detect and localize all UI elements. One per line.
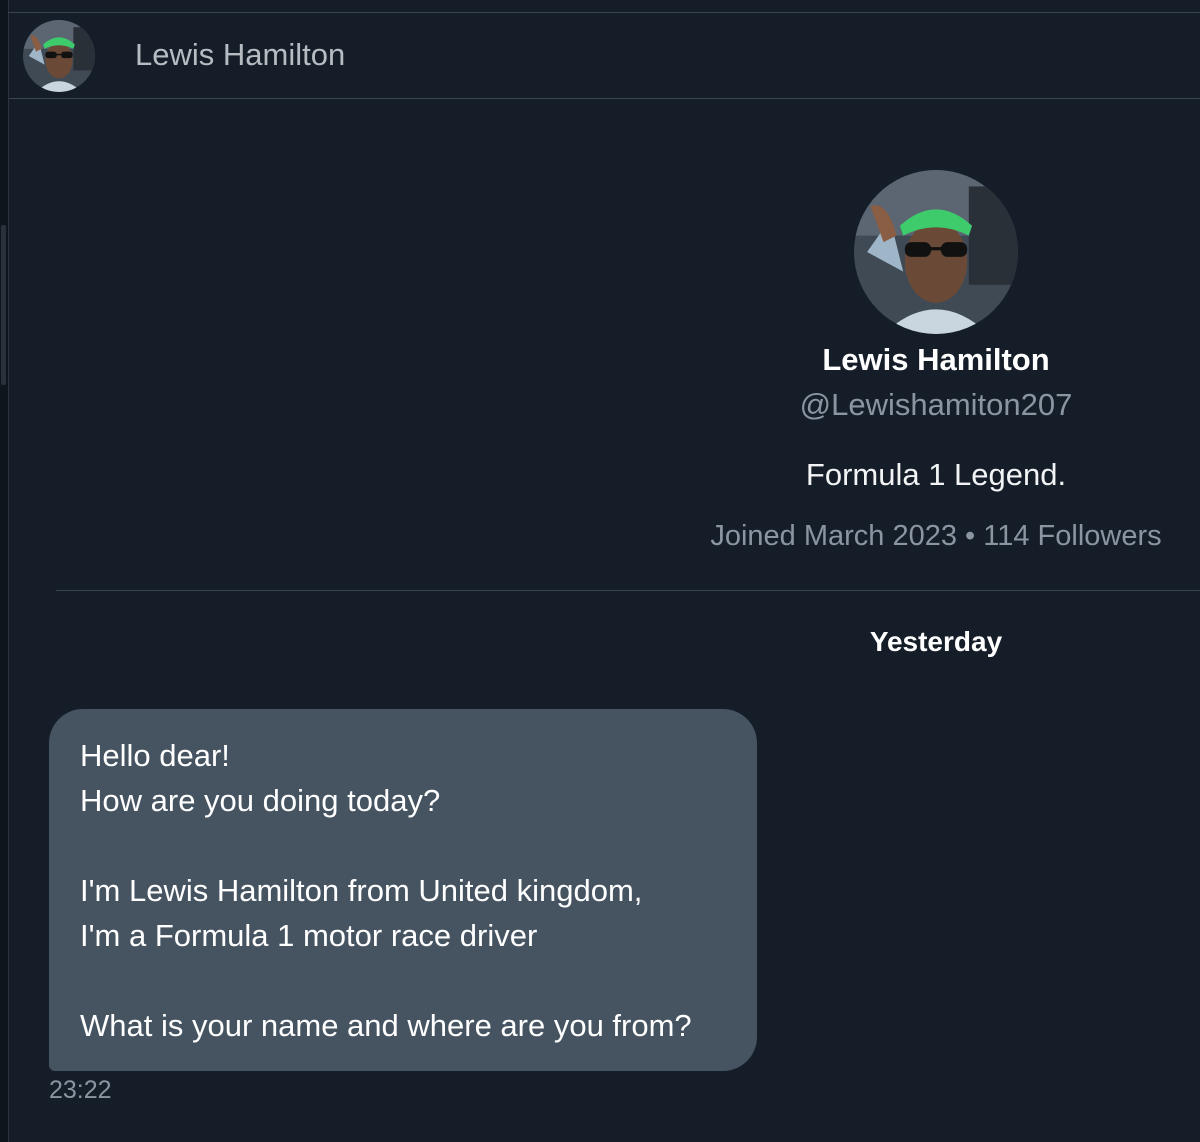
message-line: I'm a Formula 1 motor race driver <box>80 918 538 953</box>
date-separator: Yesterday <box>869 626 1003 657</box>
profile-handle[interactable]: @Lewishamiton207 <box>736 387 1136 423</box>
avatar-photo-icon <box>854 170 1018 334</box>
message-line: How are you doing today? <box>80 783 441 818</box>
header-contact-name[interactable]: Lewis Hamilton <box>135 37 345 73</box>
message-timestamp: 23:22 <box>49 1076 112 1104</box>
message-line: Hello dear! <box>80 738 230 773</box>
dm-conversation-window: Lewis Hamilton Lewis Hamilton @Lewishami… <box>0 0 1200 1142</box>
profile-name[interactable]: Lewis Hamilton <box>736 342 1136 378</box>
message-line: I'm Lewis Hamilton from United kingdom, <box>80 873 643 908</box>
conversation-header: Lewis Hamilton <box>9 13 1200 99</box>
profile-meta: Joined March 2023 • 114 Followers <box>710 520 1162 552</box>
message-bubble[interactable]: Hello dear! How are you doing today? I'm… <box>49 709 757 1071</box>
message-line: What is your name and where are you from… <box>80 1008 692 1043</box>
scrollbar-thumb[interactable] <box>1 225 6 385</box>
profile-avatar[interactable] <box>854 170 1018 334</box>
avatar-photo-icon <box>23 20 95 92</box>
header-avatar[interactable] <box>23 20 95 92</box>
left-scrollbar[interactable] <box>0 0 9 1142</box>
profile-bio: Formula 1 Legend. <box>805 457 1067 492</box>
profile-divider <box>56 590 1200 591</box>
